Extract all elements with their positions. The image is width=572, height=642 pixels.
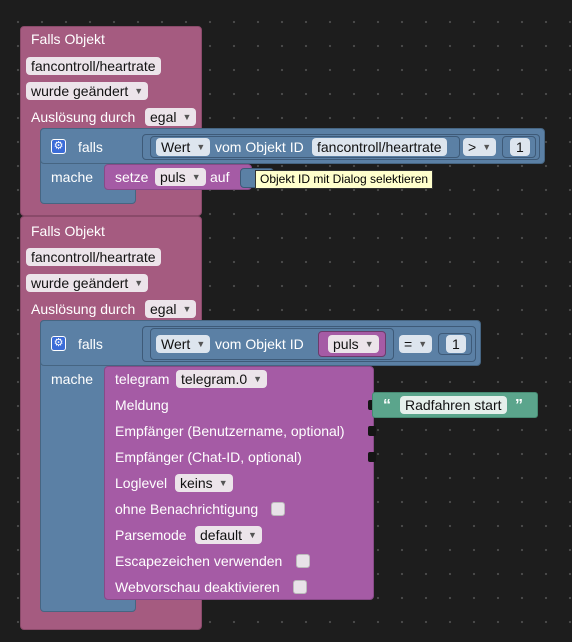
dropdown-caret-icon: ▼ <box>364 339 374 349</box>
escape-label: Escapezeichen verwenden <box>115 553 283 569</box>
if-label-1: falls <box>78 139 103 155</box>
do-label-2: mache <box>51 371 94 387</box>
variable-select-2[interactable]: puls ▼ <box>328 335 379 353</box>
webpreview-checkbox[interactable] <box>293 580 307 594</box>
trigger-by-value-2: egal <box>150 301 177 317</box>
webpreview-label: Webvorschau deaktivieren <box>115 579 280 595</box>
number-value-1: 1 <box>516 139 524 155</box>
value-select-2[interactable]: Wert ▼ <box>156 335 211 353</box>
dropdown-caret-icon: ▼ <box>191 172 201 182</box>
trigger-by-label-1: Auslösung durch <box>31 109 136 125</box>
trigger-select-1[interactable]: wurde geändert ▼ <box>26 82 149 100</box>
quote-open-icon: “ <box>383 397 391 414</box>
dropdown-caret-icon: ▼ <box>196 142 206 152</box>
do-label-1: mache <box>51 169 94 185</box>
operator-value-1: > <box>468 139 477 155</box>
loglevel-select[interactable]: keins ▼ <box>175 474 233 492</box>
event-title-1: Falls Objekt <box>31 31 105 47</box>
value-select-1[interactable]: Wert ▼ <box>156 138 211 156</box>
object-id-field-2[interactable]: fancontroll/heartrate <box>26 248 161 266</box>
message-label: Meldung <box>115 397 169 413</box>
trigger-by-select-2[interactable]: egal ▼ <box>145 300 197 318</box>
dropdown-caret-icon: ▼ <box>218 478 228 488</box>
object-id-value-2: fancontroll/heartrate <box>31 249 156 265</box>
number-value-2: 1 <box>452 336 460 352</box>
variable-value-1: puls <box>160 169 186 185</box>
silent-label: ohne Benachrichtigung <box>115 501 259 517</box>
operator-select-1[interactable]: > ▼ <box>463 138 497 156</box>
to-label-1: auf <box>210 169 230 185</box>
set-label-1: setze <box>115 169 149 185</box>
loglevel-label: Loglevel <box>115 475 168 491</box>
dropdown-caret-icon: ▼ <box>248 530 257 540</box>
parsemode-label: Parsemode <box>115 527 187 543</box>
dropdown-caret-icon: ▼ <box>134 278 144 288</box>
quote-close-icon: ” <box>515 397 523 414</box>
number-field-1[interactable]: 1 <box>510 138 530 156</box>
trigger-value-2: wurde geändert <box>31 275 129 291</box>
trigger-by-select-1[interactable]: egal ▼ <box>145 108 197 126</box>
gear-icon[interactable]: ⚙ <box>51 336 66 351</box>
loglevel-value: keins <box>180 475 213 491</box>
escape-checkbox[interactable] <box>296 554 310 568</box>
parsemode-select[interactable]: default ▼ <box>195 526 262 544</box>
variable-select-1[interactable]: puls ▼ <box>155 168 206 186</box>
dropdown-caret-icon: ▼ <box>182 112 192 122</box>
dropdown-caret-icon: ▼ <box>134 86 144 96</box>
dropdown-caret-icon: ▼ <box>253 374 263 384</box>
parsemode-value: default <box>200 527 243 543</box>
operator-value-2: = <box>404 336 413 352</box>
telegram-instance-select[interactable]: telegram.0 ▼ <box>176 370 268 388</box>
value-select-text-2: Wert <box>161 336 191 352</box>
dropdown-caret-icon: ▼ <box>182 304 192 314</box>
trigger-value-1: wurde geändert <box>31 83 129 99</box>
recipient-user-socket[interactable] <box>368 426 376 436</box>
operator-select-2[interactable]: = ▼ <box>399 335 433 353</box>
telegram-instance-value: telegram.0 <box>181 371 248 387</box>
dropdown-caret-icon: ▼ <box>196 339 206 349</box>
object-id-value-1: fancontroll/heartrate <box>31 58 156 74</box>
trigger-by-label-2: Auslösung durch <box>31 301 136 317</box>
recipient-user-label: Empfänger (Benutzername, optional) <box>115 423 345 439</box>
gear-icon[interactable]: ⚙ <box>51 139 66 154</box>
telegram-label: telegram <box>115 371 170 387</box>
recipient-chat-label: Empfänger (Chat-ID, optional) <box>115 449 302 465</box>
value-select-text-1: Wert <box>161 139 191 155</box>
message-text-field[interactable]: Radfahren start <box>400 396 507 414</box>
number-field-2[interactable]: 1 <box>446 335 466 353</box>
dropdown-caret-icon: ▼ <box>482 142 492 152</box>
recipient-chat-socket[interactable] <box>368 452 376 462</box>
compare-object-value-1: fancontroll/heartrate <box>317 139 442 155</box>
variable-value-2: puls <box>333 336 359 352</box>
trigger-select-2[interactable]: wurde geändert ▼ <box>26 274 149 292</box>
of-object-label-2: vom Objekt ID <box>215 336 304 352</box>
tooltip: Objekt ID mit Dialog selektieren <box>255 170 434 189</box>
message-text-value: Radfahren start <box>405 397 502 413</box>
of-object-label-1: vom Objekt ID <box>215 139 304 155</box>
event-title-2: Falls Objekt <box>31 223 105 239</box>
compare-object-field-1[interactable]: fancontroll/heartrate <box>312 138 447 156</box>
if-label-2: falls <box>78 336 103 352</box>
trigger-by-value-1: egal <box>150 109 177 125</box>
object-id-field-1[interactable]: fancontroll/heartrate <box>26 57 161 75</box>
silent-checkbox[interactable] <box>271 502 285 516</box>
dropdown-caret-icon: ▼ <box>418 339 428 349</box>
